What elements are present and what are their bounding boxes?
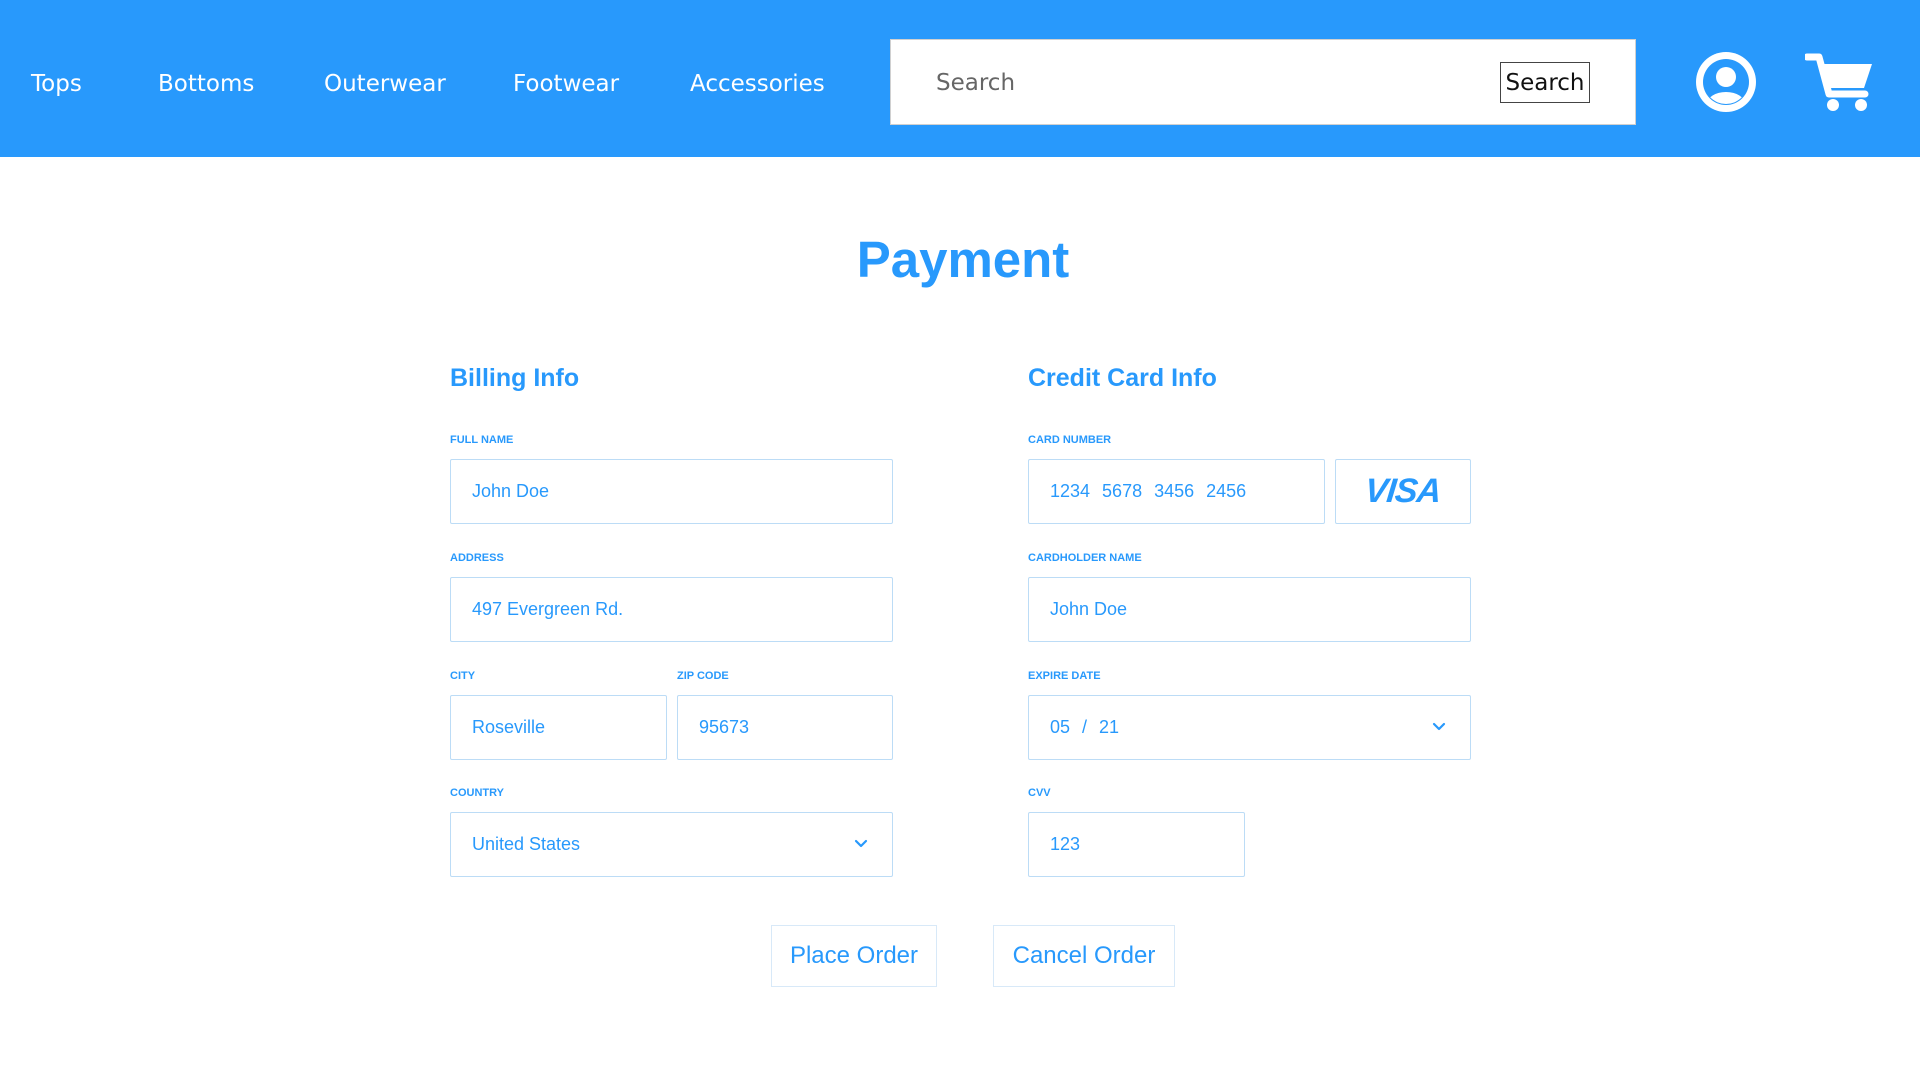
cvv-value: 123 bbox=[1050, 834, 1081, 854]
nav-link-footwear[interactable]: Footwear bbox=[513, 68, 619, 100]
place-order-button[interactable]: Place Order bbox=[771, 925, 937, 987]
address-value: 497 Evergreen Rd. bbox=[472, 599, 624, 619]
nav-link-accessories[interactable]: Accessories bbox=[690, 68, 825, 100]
cardholder-name-field[interactable]: John Doe bbox=[1028, 577, 1471, 642]
nav-link-tops[interactable]: Tops bbox=[31, 68, 82, 100]
card-number-group-4: 2456 bbox=[1206, 481, 1247, 501]
card-number-group-1: 1234 bbox=[1050, 481, 1091, 501]
billing-info-heading: Billing Info bbox=[450, 364, 580, 392]
expire-separator: / bbox=[1082, 717, 1088, 737]
nav-link-outerwear[interactable]: Outerwear bbox=[324, 68, 446, 100]
full-name-field[interactable]: John Doe bbox=[450, 459, 893, 524]
cvv-field[interactable]: 123 bbox=[1028, 812, 1245, 877]
search-bar: Search bbox=[890, 39, 1636, 125]
city-field[interactable]: Roseville bbox=[450, 695, 667, 760]
country-value: United States bbox=[472, 834, 581, 854]
cardholder-name-label: CARDHOLDER NAME bbox=[1028, 552, 1142, 564]
nav-link-bottoms[interactable]: Bottoms bbox=[158, 68, 254, 100]
city-label: CITY bbox=[450, 670, 476, 682]
country-select[interactable]: United States bbox=[450, 812, 893, 877]
zip-code-label: ZIP CODE bbox=[677, 670, 729, 682]
top-nav-bar: Tops Bottoms Outerwear Footwear Accessor… bbox=[0, 0, 1920, 157]
search-input[interactable] bbox=[936, 64, 1456, 102]
expire-month: 05 bbox=[1050, 717, 1071, 737]
cancel-order-button[interactable]: Cancel Order bbox=[993, 925, 1175, 987]
card-number-field[interactable]: 1234 5678 3456 2456 bbox=[1028, 459, 1325, 524]
chevron-down-icon bbox=[1432, 722, 1446, 731]
card-brand-badge: VISA bbox=[1335, 459, 1471, 524]
address-field[interactable]: 497 Evergreen Rd. bbox=[450, 577, 893, 642]
chevron-down-icon bbox=[854, 839, 868, 848]
visa-logo: VISA bbox=[1363, 472, 1443, 510]
card-number-label: CARD NUMBER bbox=[1028, 434, 1112, 446]
expire-date-select[interactable]: 05 / 21 bbox=[1028, 695, 1471, 760]
address-label: ADDRESS bbox=[450, 552, 504, 564]
card-number-group-3: 3456 bbox=[1154, 481, 1195, 501]
cardholder-name-value: John Doe bbox=[1050, 599, 1128, 619]
expire-date-label: EXPIRE DATE bbox=[1028, 670, 1101, 682]
full-name-label: FULL NAME bbox=[450, 434, 514, 446]
full-name-value: John Doe bbox=[472, 481, 550, 501]
city-value: Roseville bbox=[472, 717, 546, 737]
expire-year: 21 bbox=[1099, 717, 1120, 737]
credit-card-info-heading: Credit Card Info bbox=[1028, 364, 1217, 392]
zip-code-field[interactable]: 95673 bbox=[677, 695, 893, 760]
card-number-group-2: 5678 bbox=[1102, 481, 1143, 501]
user-circle-icon[interactable] bbox=[1696, 52, 1756, 112]
country-label: COUNTRY bbox=[450, 787, 504, 799]
zip-code-value: 95673 bbox=[699, 717, 750, 737]
search-button[interactable]: Search bbox=[1500, 62, 1590, 103]
cvv-label: CVV bbox=[1028, 787, 1051, 799]
shopping-cart-icon[interactable] bbox=[1803, 51, 1875, 113]
page-title: Payment bbox=[856, 231, 1070, 288]
